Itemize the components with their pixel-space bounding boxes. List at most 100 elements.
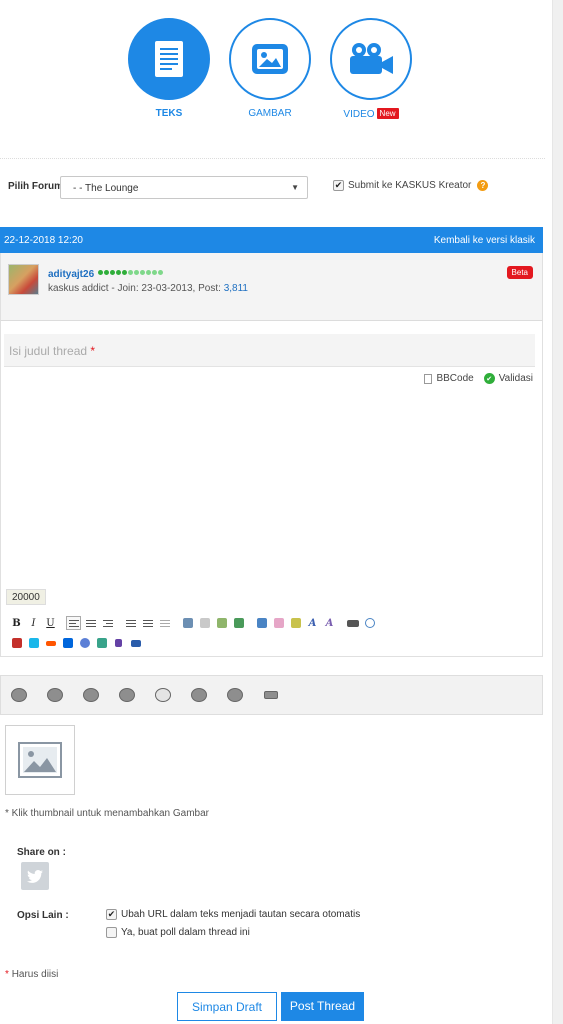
video-embed-button[interactable]	[128, 636, 143, 650]
post-type-gambar[interactable]: GAMBAR	[229, 18, 311, 119]
link-button[interactable]	[180, 616, 195, 630]
char-limit-counter: 20000	[6, 589, 46, 605]
kreator-option[interactable]: ✔ Submit ke KASKUS Kreator ?	[333, 180, 489, 191]
bbcode-toggle[interactable]: BBCode	[436, 373, 473, 384]
color-button[interactable]	[288, 616, 303, 630]
emoticon-face	[83, 688, 99, 702]
youtube-button[interactable]	[9, 636, 24, 650]
italic-button[interactable]: I	[26, 616, 41, 630]
spoiler-button[interactable]	[345, 616, 360, 630]
twitter-icon	[27, 869, 43, 883]
emoticon-face	[264, 691, 278, 699]
unlink-button[interactable]	[197, 616, 212, 630]
forum-select[interactable]: - - The Lounge ▼	[60, 176, 308, 199]
emoticon-6-icon[interactable]	[189, 685, 209, 705]
poll-option[interactable]: Ya, buat poll dalam thread ini	[106, 927, 250, 938]
poll-label: Ya, buat poll dalam thread ini	[121, 927, 250, 938]
post-thread-button[interactable]: Post Thread	[281, 992, 364, 1021]
validasi-button[interactable]: Validasi	[499, 373, 533, 384]
underline-button[interactable]: U	[43, 616, 58, 630]
emoticon-3-icon[interactable]	[81, 685, 101, 705]
dropdown-arrow-icon: ▼	[291, 183, 299, 192]
email-button[interactable]	[214, 616, 229, 630]
font-size-button[interactable]	[271, 616, 286, 630]
emoticon-face	[191, 688, 207, 702]
classic-version-link[interactable]: Kembali ke versi klasik	[434, 235, 535, 246]
dailymotion-button[interactable]	[60, 636, 75, 650]
rep-dot	[104, 270, 109, 275]
outdent-button[interactable]	[157, 616, 172, 630]
align-left-button[interactable]	[66, 616, 81, 630]
editor-toolbar: B I U A A	[9, 615, 529, 631]
post-count[interactable]: 3,811	[224, 283, 248, 294]
forum-label: Pilih Forum	[8, 181, 63, 192]
auto-link-label: Ubah URL dalam teks menjadi tautan secar…	[121, 909, 361, 920]
quote-button[interactable]	[254, 616, 269, 630]
poll-checkbox[interactable]	[106, 927, 117, 938]
soundcloud-button[interactable]	[43, 636, 58, 650]
post-type-video-circle[interactable]	[330, 18, 412, 100]
emoticon-face	[119, 688, 135, 702]
image-insert-button[interactable]	[231, 616, 246, 630]
indent-button[interactable]	[140, 616, 155, 630]
twitter-share-button[interactable]	[21, 862, 49, 890]
font-button[interactable]: A	[305, 616, 320, 630]
rep-dot	[122, 270, 127, 275]
editor-mode-row: BBCode ✔ Validasi	[424, 373, 533, 384]
image-upload-thumbnail[interactable]	[5, 725, 75, 795]
emoticon-2-icon[interactable]	[45, 685, 65, 705]
email-icon	[216, 618, 227, 628]
emoticon-face	[11, 688, 27, 702]
required-note-text: Harus diisi	[11, 969, 59, 980]
video-embed-icon	[130, 639, 141, 647]
video-camera-icon	[350, 43, 393, 74]
kreator-checkbox[interactable]: ✔	[333, 180, 344, 191]
font-style-button[interactable]: A	[322, 616, 337, 630]
auto-link-option[interactable]: ✔ Ubah URL dalam teks menjadi tautan sec…	[106, 909, 360, 920]
post-type-video[interactable]: VIDEO New	[330, 18, 412, 120]
emoticon-5-icon[interactable]	[153, 685, 173, 705]
twitch-button[interactable]	[111, 636, 126, 650]
emoticon-4-icon[interactable]	[117, 685, 137, 705]
help-icon[interactable]: ?	[477, 180, 489, 191]
join-label: Join:	[117, 283, 139, 294]
post-type-teks-circle[interactable]	[128, 18, 210, 100]
align-left-icon	[68, 618, 79, 629]
username[interactable]: adityajt26	[48, 269, 94, 280]
align-right-button[interactable]	[100, 616, 115, 630]
emoticon-1-icon[interactable]	[9, 685, 29, 705]
twitch-icon	[115, 639, 122, 647]
comment-button[interactable]	[362, 616, 377, 630]
outdent-icon	[159, 618, 170, 629]
thread-title-input[interactable]: Isi judul thread *	[4, 334, 535, 367]
bold-button[interactable]: B	[9, 616, 24, 630]
rep-dot	[98, 270, 103, 275]
align-center-button[interactable]	[83, 616, 98, 630]
emoticon-7-icon[interactable]	[225, 685, 245, 705]
bullet-list-button[interactable]	[123, 616, 138, 630]
save-draft-button[interactable]: Simpan Draft	[177, 992, 277, 1021]
rep-dot	[146, 270, 151, 275]
rep-dot	[116, 270, 121, 275]
dailymotion-icon	[62, 638, 73, 648]
avatar[interactable]	[8, 264, 39, 295]
font-size-icon	[273, 618, 284, 628]
section-divider	[0, 158, 545, 159]
emoticon-8-icon[interactable]	[261, 685, 281, 705]
rep-dot	[134, 270, 139, 275]
vimeo-button[interactable]	[26, 636, 41, 650]
rep-dot	[158, 270, 163, 275]
page-scrollbar[interactable]	[552, 0, 563, 1024]
post-type-gambar-circle[interactable]	[229, 18, 311, 100]
vine-button[interactable]	[77, 636, 92, 650]
link-icon	[182, 618, 193, 628]
quote-icon	[256, 618, 267, 628]
indent-icon	[142, 618, 153, 629]
auto-link-checkbox[interactable]: ✔	[106, 909, 117, 920]
smule-button[interactable]	[94, 636, 109, 650]
post-type-gambar-label: GAMBAR	[248, 108, 292, 119]
new-badge: New	[376, 108, 399, 119]
align-center-icon	[85, 618, 96, 629]
forum-selector-row: Pilih Forum - - The Lounge ▼ ✔ Submit ke…	[0, 170, 545, 208]
post-type-teks[interactable]: TEKS	[128, 18, 210, 119]
